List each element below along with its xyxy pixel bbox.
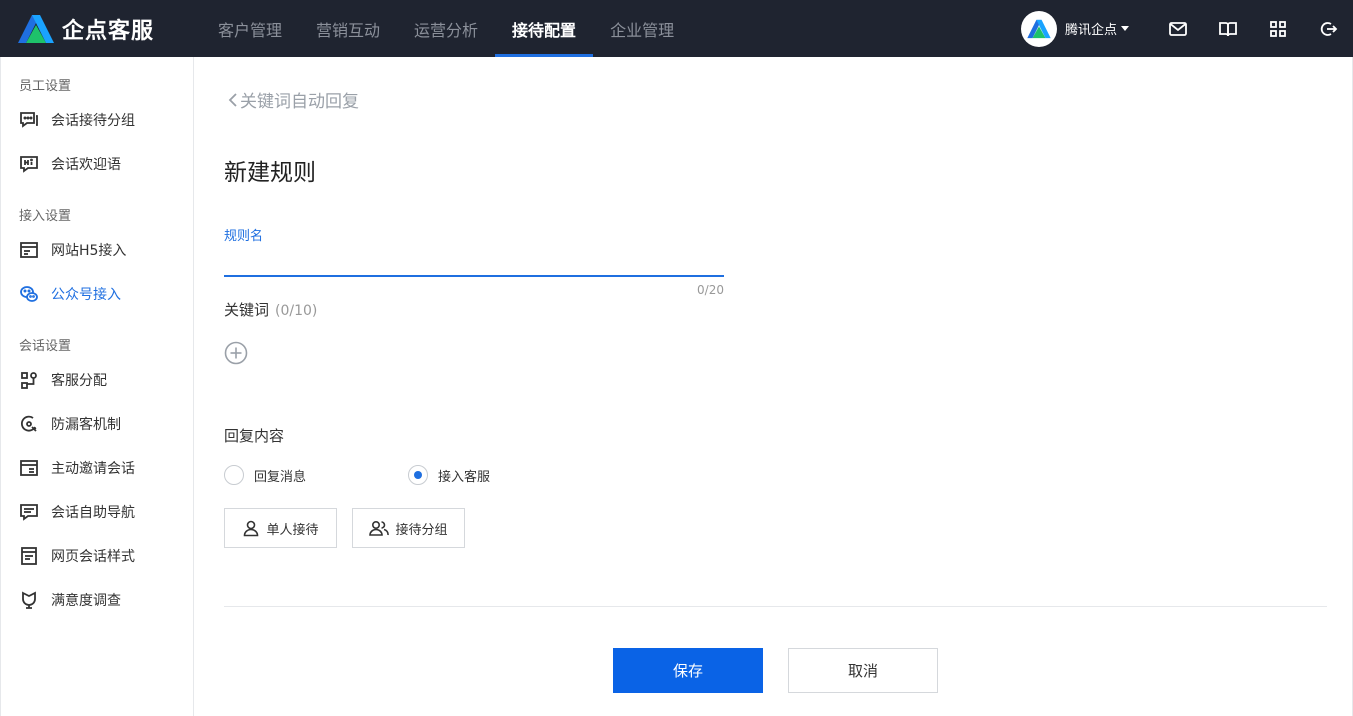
radio-connect-agent[interactable]: 接入客服: [408, 465, 490, 485]
navigation-icon: [19, 502, 39, 522]
web-window-icon: [19, 240, 39, 260]
mail-icon[interactable]: [1153, 0, 1203, 57]
plus-circle-icon: [224, 341, 248, 365]
users-icon: [369, 520, 390, 536]
guard-icon: [19, 414, 39, 434]
avatar-logo-icon: [1027, 19, 1051, 38]
rule-name-input[interactable]: [224, 247, 724, 277]
chevron-left-icon: [228, 92, 237, 107]
sidebar-item-label: 网页会话样式: [51, 549, 135, 565]
single-reception-button[interactable]: 单人接待: [224, 508, 337, 548]
sidebar-item-label: 客服分配: [51, 373, 107, 389]
sidebar-item-label: 会话自助导航: [51, 505, 135, 521]
nav-enterprise-management[interactable]: 企业管理: [593, 0, 691, 57]
nav-marketing[interactable]: 营销互动: [299, 0, 397, 57]
back-link[interactable]: 关键词自动回复: [226, 87, 359, 112]
reply-content-label: 回复内容: [224, 427, 285, 445]
nav-reception-config[interactable]: 接待配置: [495, 0, 594, 57]
radio-label: 接入客服: [438, 469, 491, 485]
sidebar-item-label: 网站H5接入: [51, 243, 127, 259]
app-name: 企点客服: [62, 18, 155, 44]
sidebar-item-label: 防漏客机制: [51, 417, 121, 433]
sidebar-item-page-style[interactable]: 网页会话样式: [1, 534, 193, 578]
sidebar-item-guard[interactable]: 防漏客机制: [1, 402, 193, 446]
keywords-label: 关键词 (0/10): [224, 299, 317, 320]
sidebar-item-label: 满意度调查: [51, 593, 121, 609]
keywords-count: (0/10): [275, 303, 318, 319]
hi-message-icon: [19, 154, 39, 174]
save-button[interactable]: 保存: [613, 648, 763, 693]
cancel-button[interactable]: 取消: [788, 648, 938, 693]
reception-group-button[interactable]: 接待分组: [352, 508, 465, 548]
invite-icon: [19, 458, 39, 478]
sidebar-item-wechat[interactable]: 公众号接入: [1, 272, 193, 316]
chat-group-icon: [19, 110, 39, 130]
top-bar: 企点客服 客户管理 营销互动 运营分析 接待配置 企业管理 腾讯企点: [0, 0, 1353, 57]
logout-icon[interactable]: [1303, 0, 1353, 57]
button-label: 单人接待: [266, 522, 319, 538]
sidebar-section-session: 会话设置: [19, 339, 72, 354]
sidebar-item-distribute[interactable]: 客服分配: [1, 358, 193, 402]
button-label: 接待分组: [395, 522, 448, 538]
divider: [224, 606, 1327, 607]
sidebar-item-label: 会话接待分组: [51, 113, 135, 129]
caret-down-icon: [1121, 26, 1129, 31]
page-style-icon: [19, 546, 39, 566]
sidebar-item-invite[interactable]: 主动邀请会话: [1, 446, 193, 490]
logo-icon: [18, 14, 54, 43]
radio-label: 回复消息: [254, 469, 307, 485]
apps-grid-icon[interactable]: [1253, 0, 1303, 57]
sidebar-item-navigation[interactable]: 会话自助导航: [1, 490, 193, 534]
sidebar-item-label: 会话欢迎语: [51, 157, 121, 173]
keywords-label-text: 关键词: [224, 301, 270, 319]
avatar[interactable]: [1020, 10, 1057, 47]
sidebar-item-chat-group[interactable]: 会话接待分组: [1, 98, 193, 142]
main-content: 关键词自动回复 新建规则 规则名 0/20 关键词 (0/10) 回复内容 回复消…: [194, 57, 1353, 716]
sidebar: 员工设置 会话接待分组 会话欢迎语 接入设置 网站H5接入 公众号接入 会话设置…: [0, 57, 194, 716]
distribute-icon: [19, 370, 39, 390]
account-menu[interactable]: 腾讯企点: [1065, 19, 1129, 38]
radio-circle: [224, 465, 244, 485]
sidebar-section-staff: 员工设置: [19, 79, 72, 94]
sidebar-item-web-h5[interactable]: 网站H5接入: [1, 228, 193, 272]
sidebar-item-survey[interactable]: 满意度调查: [1, 578, 193, 622]
back-label: 关键词自动回复: [240, 92, 359, 112]
nav-customer-management[interactable]: 客户管理: [201, 0, 299, 57]
sidebar-item-welcome[interactable]: 会话欢迎语: [1, 142, 193, 186]
page-title: 新建规则: [224, 160, 316, 186]
radio-reply-message[interactable]: 回复消息: [224, 465, 306, 485]
sidebar-section-access: 接入设置: [19, 209, 72, 224]
wechat-icon: [19, 284, 39, 304]
survey-icon: [19, 590, 39, 610]
add-keyword-button[interactable]: [224, 341, 248, 365]
sidebar-item-label: 公众号接入: [51, 287, 121, 303]
main-nav: 客户管理 营销互动 运营分析 接待配置 企业管理: [201, 0, 691, 57]
app-logo[interactable]: 企点客服: [16, 13, 201, 45]
nav-analytics[interactable]: 运营分析: [397, 0, 495, 57]
sidebar-item-label: 主动邀请会话: [51, 461, 135, 477]
radio-circle: [408, 465, 428, 485]
rule-name-counter: 0/20: [697, 283, 724, 297]
account-name: 腾讯企点: [1064, 23, 1117, 38]
user-icon: [244, 520, 259, 537]
rule-name-label: 规则名: [224, 229, 264, 244]
book-icon[interactable]: [1203, 0, 1253, 57]
